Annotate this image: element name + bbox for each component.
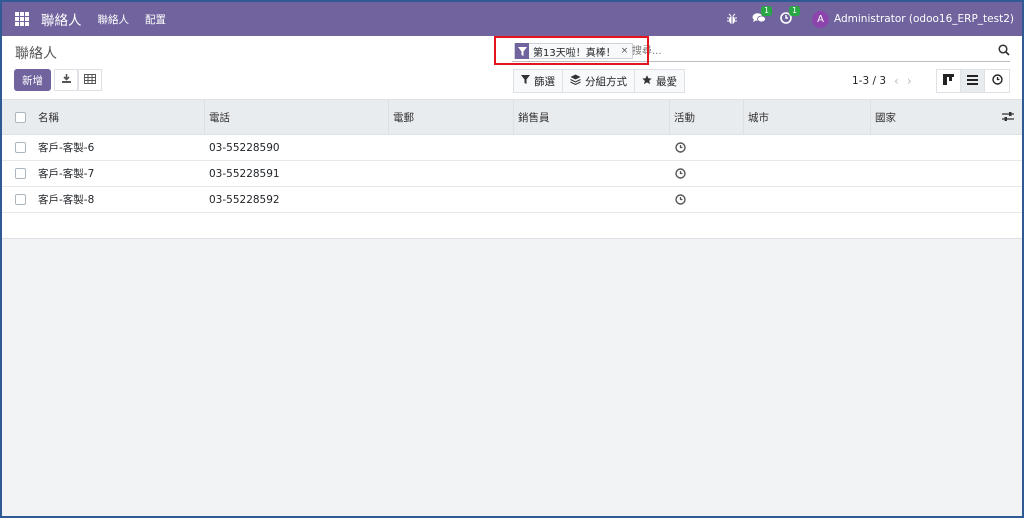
view-switcher: [936, 69, 1010, 93]
page-title: 聯絡人: [15, 46, 57, 62]
menu-item-contacts[interactable]: 聯絡人: [98, 12, 130, 27]
app-window: 聯絡人 聯絡人 配置 1 1 A Administrator (odoo16_E…: [0, 0, 1024, 518]
activity-clock-icon[interactable]: [675, 135, 686, 160]
column-header-phone[interactable]: 電話: [209, 100, 230, 134]
clock-icon: [991, 74, 1003, 88]
group-by-toggle[interactable]: 分組方式: [563, 70, 635, 92]
contact-name: 客戶-客製-7: [38, 168, 95, 180]
insert-spreadsheet-button[interactable]: [78, 69, 102, 91]
filters-toggle[interactable]: 篩選: [514, 70, 563, 92]
list-empty-row: [2, 213, 1022, 239]
pager-next-button[interactable]: ›: [907, 74, 912, 88]
row-checkbox[interactable]: [15, 142, 26, 153]
list-view-button[interactable]: [961, 70, 985, 92]
contact-phone: 03-55228590: [209, 141, 280, 154]
row-checkbox[interactable]: [15, 168, 26, 179]
search-options: 篩選 分組方式 最愛: [513, 69, 685, 93]
top-navbar: 聯絡人 聯絡人 配置 1 1 A Administrator (odoo16_E…: [2, 2, 1022, 36]
favorites-toggle[interactable]: 最愛: [635, 70, 684, 92]
column-divider: [388, 100, 389, 135]
sliders-icon[interactable]: [1002, 111, 1014, 125]
menu-item-configuration[interactable]: 配置: [145, 12, 166, 27]
facet-label: 第13天啦！真棒！: [533, 47, 616, 59]
contact-name: 客戶-客製-6: [38, 142, 95, 154]
table-icon: [84, 73, 96, 87]
facet-remove-button[interactable]: ×: [621, 46, 633, 56]
download-icon: [61, 73, 72, 87]
list-header: 名稱 電話 電郵 銷售員 活動 城市 國家: [2, 100, 1022, 135]
select-all-checkbox[interactable]: [15, 112, 26, 123]
activities-count-badge: 1: [788, 5, 801, 16]
column-divider: [204, 100, 205, 135]
avatar[interactable]: A: [811, 10, 829, 28]
activities-button[interactable]: 1: [780, 5, 801, 27]
table-row[interactable]: 客戶-客製-8 03-55228592: [2, 187, 1022, 213]
layers-icon: [570, 74, 585, 88]
search-icon[interactable]: [998, 44, 1010, 59]
bug-icon[interactable]: [726, 13, 738, 25]
apps-grid-icon[interactable]: [15, 12, 29, 26]
navbar-systray: 1 1 A Administrator (odoo16_ERP_test2): [726, 2, 1022, 36]
table-row[interactable]: 客戶-客製-6 03-55228590: [2, 135, 1022, 161]
search-facet[interactable]: 第13天啦！真棒！ ×: [514, 43, 634, 59]
favorites-label: 最愛: [656, 75, 677, 88]
column-divider: [669, 100, 670, 135]
group-by-label: 分組方式: [585, 75, 627, 88]
column-divider: [870, 100, 871, 135]
filter-icon: [521, 75, 534, 87]
search-bar: 第13天啦！真棒！ ×: [512, 42, 1010, 62]
activity-clock-icon[interactable]: [675, 187, 686, 212]
column-header-city[interactable]: 城市: [748, 100, 769, 134]
messages-count-badge: 1: [760, 5, 773, 16]
kanban-icon: [943, 74, 954, 88]
column-divider: [743, 100, 744, 135]
app-name[interactable]: 聯絡人: [41, 9, 82, 29]
contact-name: 客戶-客製-8: [38, 194, 95, 206]
table-row[interactable]: 客戶-客製-7 03-55228591: [2, 161, 1022, 187]
list-icon: [967, 74, 978, 88]
pager-value[interactable]: 1-3 / 3: [852, 75, 886, 87]
search-input[interactable]: [632, 43, 982, 59]
contacts-list: 名稱 電話 電郵 銷售員 活動 城市 國家 客戶-客製-6 03-5522859…: [2, 100, 1022, 239]
filter-icon: [515, 43, 529, 59]
activity-clock-icon[interactable]: [675, 161, 686, 186]
contact-phone: 03-55228591: [209, 167, 280, 180]
column-header-country[interactable]: 國家: [875, 100, 896, 134]
pager: 1-3 / 3 ‹ ›: [852, 74, 912, 88]
user-menu[interactable]: Administrator (odoo16_ERP_test2): [834, 13, 1014, 25]
column-header-salesperson[interactable]: 銷售員: [518, 100, 550, 134]
column-header-email[interactable]: 電郵: [393, 100, 414, 134]
column-divider: [513, 100, 514, 135]
column-header-name[interactable]: 名稱: [38, 100, 59, 134]
column-header-activities[interactable]: 活動: [674, 100, 695, 134]
export-all-button[interactable]: [54, 69, 78, 91]
messages-button[interactable]: 1: [752, 5, 773, 27]
activity-view-button[interactable]: [985, 70, 1009, 92]
pager-previous-button[interactable]: ‹: [894, 74, 899, 88]
row-checkbox[interactable]: [15, 194, 26, 205]
star-icon: [642, 74, 656, 88]
contact-phone: 03-55228592: [209, 193, 280, 206]
control-panel: 聯絡人 新增 第13天啦！真棒！ × 搜尋... 篩選 分組方式 最愛 1-3 …: [2, 36, 1022, 100]
filters-label: 篩選: [534, 75, 555, 88]
kanban-view-button[interactable]: [937, 70, 961, 92]
new-button[interactable]: 新增: [14, 69, 51, 91]
